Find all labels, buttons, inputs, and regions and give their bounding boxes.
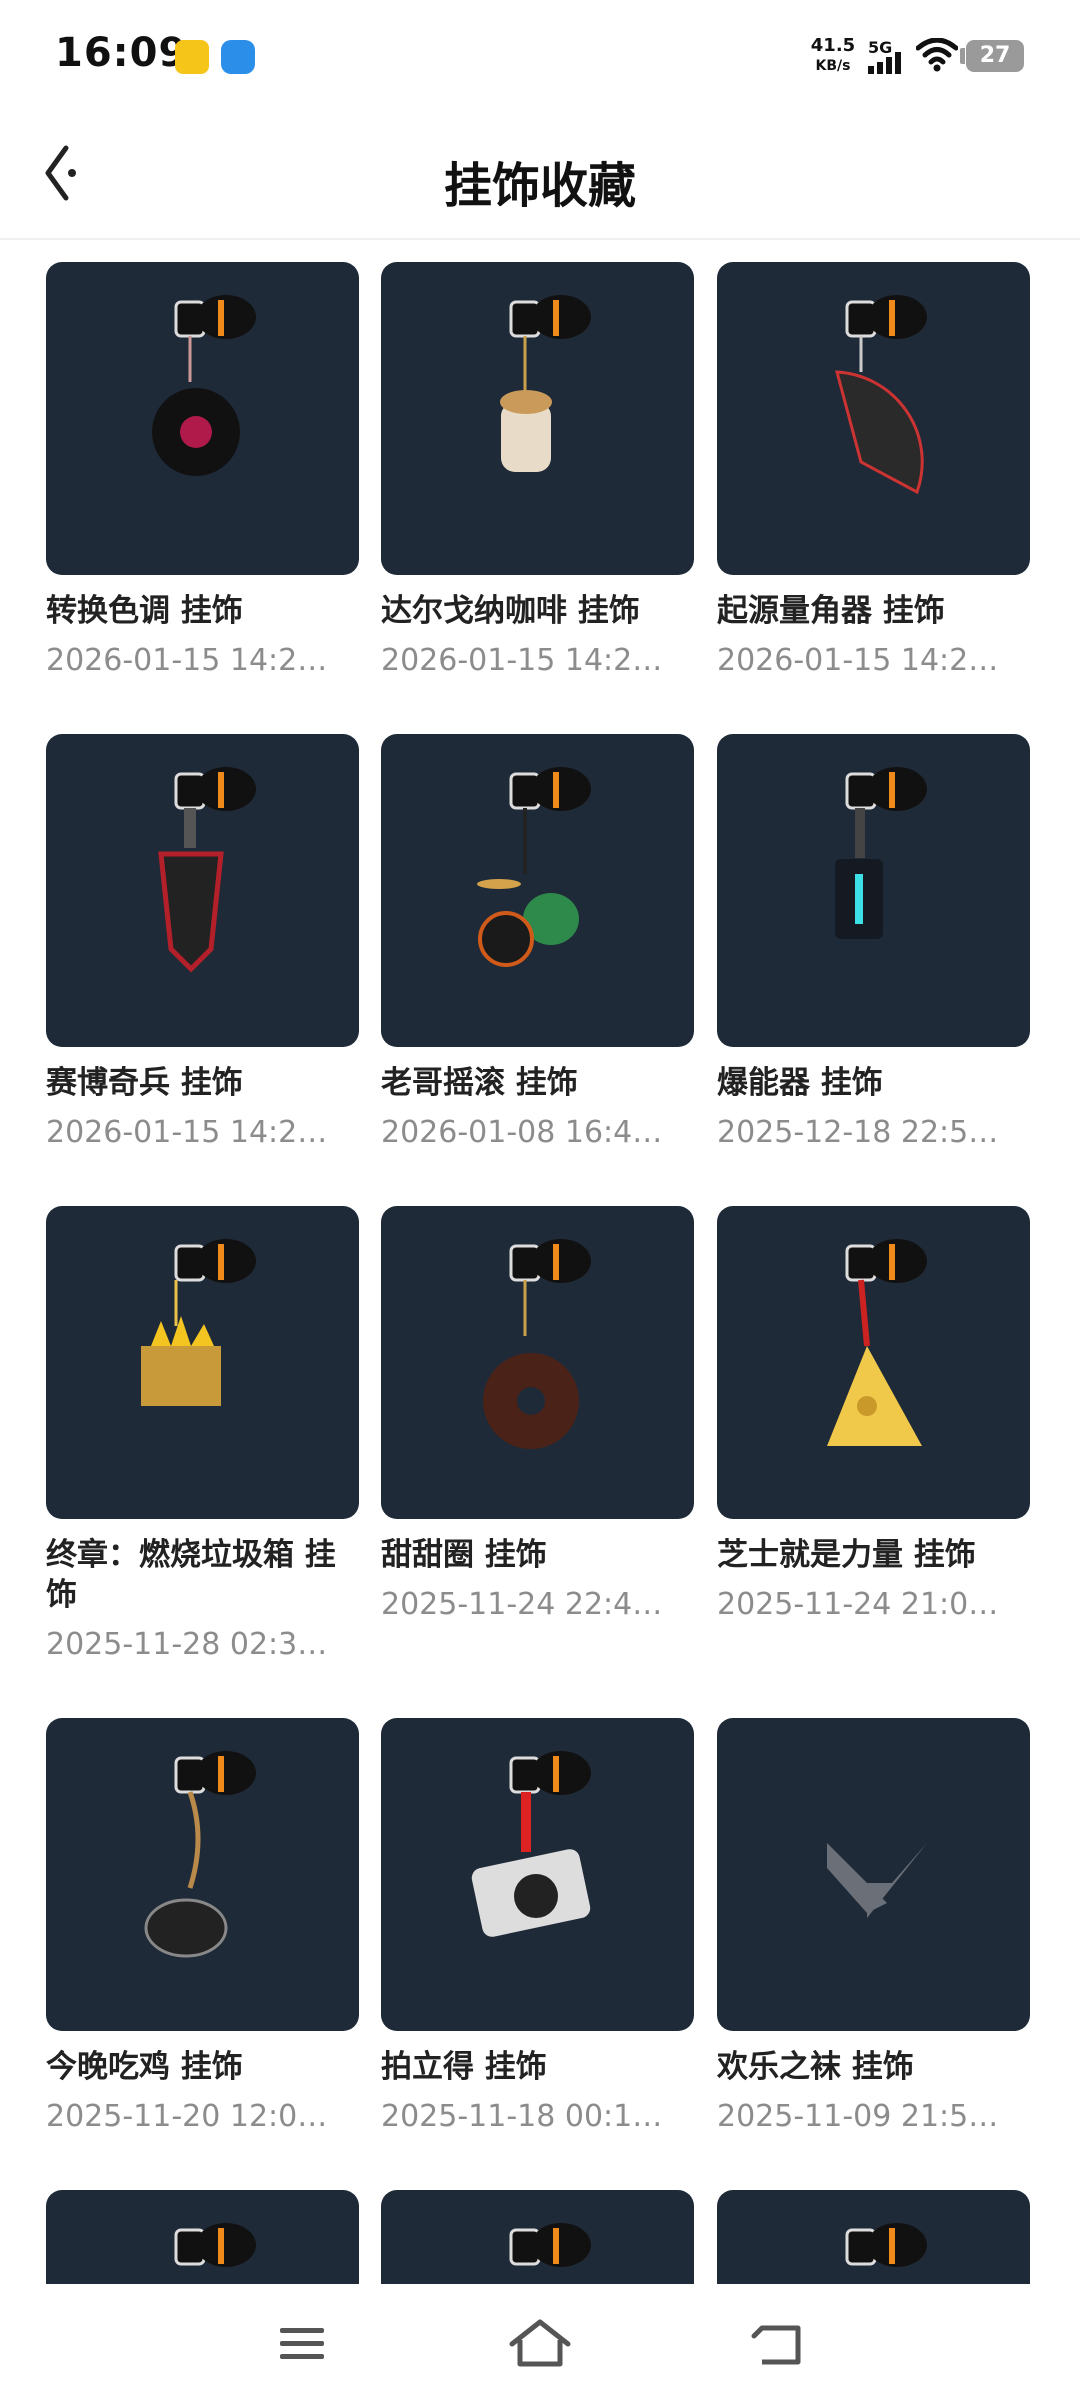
signal-icon	[868, 52, 901, 74]
notification-app-icon-2	[221, 40, 255, 74]
notification-app-icon	[175, 40, 209, 74]
status-time: 16:09	[55, 30, 188, 76]
charm-title: 爆能器 挂饰	[717, 1065, 883, 1101]
back-nav-icon[interactable]	[740, 2308, 820, 2378]
donut-charm-icon	[483, 1239, 591, 1449]
charm-title: 欢乐之袜 挂饰	[717, 2049, 914, 2085]
charm-title: 达尔戈纳咖啡 挂饰	[381, 593, 640, 629]
charm-acquired-date: 2026-01-15 14:2…	[717, 643, 999, 678]
charm-title: 终章：燃烧垃圾箱 挂饰	[46, 1537, 336, 1613]
charm-thumbnail[interactable]	[46, 262, 359, 575]
charm-card[interactable]: 转换色调 挂饰 2026-01-15 14:2…	[46, 262, 359, 681]
charm-partial-icon	[509, 2223, 591, 2267]
charm-card[interactable]: 终章：燃烧垃圾箱 挂饰 2025-11-28 02:3…	[46, 1206, 359, 1665]
charm-card[interactable]: 赛博奇兵 挂饰 2026-01-15 14:2…	[46, 734, 359, 1153]
charm-acquired-date: 2025-12-18 22:5…	[717, 1115, 999, 1150]
home-icon[interactable]	[500, 2308, 580, 2378]
charm-title: 老哥摇滚 挂饰	[381, 1065, 578, 1101]
charm-acquired-date: 2025-11-09 21:5…	[717, 2099, 999, 2134]
charm-card[interactable]: 达尔戈纳咖啡 挂饰 2026-01-15 14:2…	[381, 262, 694, 681]
charm-card[interactable]: 芝士就是力量 挂饰 2025-11-24 21:0…	[717, 1206, 1030, 1625]
drum-kit-charm-icon	[477, 767, 591, 967]
charm-card[interactable]: 欢乐之袜 挂饰 2025-11-09 21:5…	[717, 1718, 1030, 2137]
charm-acquired-date: 2026-01-15 14:2…	[46, 643, 328, 678]
cheese-charm-icon	[827, 1239, 927, 1446]
charm-title: 芝士就是力量 挂饰	[717, 1537, 976, 1573]
charm-thumbnail[interactable]	[46, 1718, 359, 2031]
vinyl-record-charm-icon	[152, 295, 256, 476]
coffee-cup-charm-icon	[500, 295, 591, 472]
charm-thumbnail[interactable]	[717, 734, 1030, 1047]
charm-partial-icon	[174, 2223, 256, 2267]
cyber-tag-charm-icon	[158, 767, 256, 973]
charm-title: 起源量角器 挂饰	[717, 593, 945, 629]
charm-card[interactable]	[717, 2190, 1030, 2284]
wifi-icon	[916, 38, 958, 72]
charm-thumbnail[interactable]	[717, 1206, 1030, 1519]
charm-card[interactable]	[46, 2190, 359, 2284]
page-title: 挂饰收藏	[443, 158, 636, 214]
charm-partial-icon	[845, 2223, 927, 2267]
chicken-charm-icon	[144, 1751, 256, 1958]
charm-card[interactable]: 拍立得 挂饰 2025-11-18 00:1…	[381, 1718, 694, 2137]
charm-collection-grid[interactable]: 转换色调 挂饰 2026-01-15 14:2… 达尔戈纳咖啡 挂饰 2026-01…	[0, 240, 1080, 2284]
charm-title: 拍立得 挂饰	[381, 2049, 547, 2085]
charm-card[interactable]	[381, 2190, 694, 2284]
charm-thumbnail[interactable]	[717, 1718, 1030, 2031]
network-speed-unit: KB/s	[815, 58, 851, 74]
menu-icon[interactable]	[262, 2308, 342, 2378]
charm-acquired-date: 2026-01-15 14:2…	[381, 643, 663, 678]
charm-thumbnail[interactable]	[381, 1718, 694, 2031]
charm-thumbnail[interactable]	[381, 2190, 694, 2284]
charm-acquired-date: 2025-11-18 00:1…	[381, 2099, 663, 2134]
charm-acquired-date: 2025-11-24 22:4…	[381, 1587, 663, 1622]
charm-thumbnail[interactable]	[46, 2190, 359, 2284]
blaster-charm-icon	[835, 767, 927, 939]
charm-thumbnail[interactable]	[717, 2190, 1030, 2284]
charm-card[interactable]: 今晚吃鸡 挂饰 2025-11-20 12:0…	[46, 1718, 359, 2137]
charm-card[interactable]: 老哥摇滚 挂饰 2026-01-08 16:4…	[381, 734, 694, 1153]
system-navigation-bar	[0, 2284, 1080, 2400]
charm-acquired-date: 2025-11-20 12:0…	[46, 2099, 328, 2134]
charm-card[interactable]: 爆能器 挂饰 2025-12-18 22:5…	[717, 734, 1030, 1153]
valorant-logo-placeholder-icon	[827, 1843, 927, 1918]
charm-title: 今晚吃鸡 挂饰	[46, 2049, 243, 2085]
network-speed: 41.5 KB/s	[808, 36, 858, 76]
charm-thumbnail[interactable]	[717, 262, 1030, 575]
charm-thumbnail[interactable]	[381, 734, 694, 1047]
charm-title: 甜甜圈 挂饰	[381, 1537, 547, 1573]
charm-acquired-date: 2025-11-24 21:0…	[717, 1587, 999, 1622]
charm-thumbnail[interactable]	[381, 262, 694, 575]
charm-thumbnail[interactable]	[46, 734, 359, 1047]
charm-acquired-date: 2026-01-15 14:2…	[46, 1115, 328, 1150]
battery-icon: 27	[960, 40, 1024, 72]
charm-title: 转换色调 挂饰	[46, 593, 243, 629]
charm-title: 赛博奇兵 挂饰	[46, 1065, 243, 1101]
charm-acquired-date: 2025-11-28 02:3…	[46, 1627, 328, 1662]
charm-acquired-date: 2026-01-08 16:4…	[381, 1115, 663, 1150]
burning-trash-box-charm-icon	[141, 1239, 256, 1406]
status-bar: 16:09 41.5 KB/s 5G 27	[0, 0, 1080, 110]
charm-thumbnail[interactable]	[46, 1206, 359, 1519]
camera-charm-icon	[471, 1751, 591, 1937]
charm-card[interactable]: 甜甜圈 挂饰 2025-11-24 22:4…	[381, 1206, 694, 1625]
protractor-charm-icon	[835, 295, 927, 495]
top-app-bar: 挂饰收藏	[0, 110, 1080, 240]
network-speed-value: 41.5	[810, 35, 856, 56]
charm-thumbnail[interactable]	[381, 1206, 694, 1519]
charm-card[interactable]: 起源量角器 挂饰 2026-01-15 14:2…	[717, 262, 1030, 681]
